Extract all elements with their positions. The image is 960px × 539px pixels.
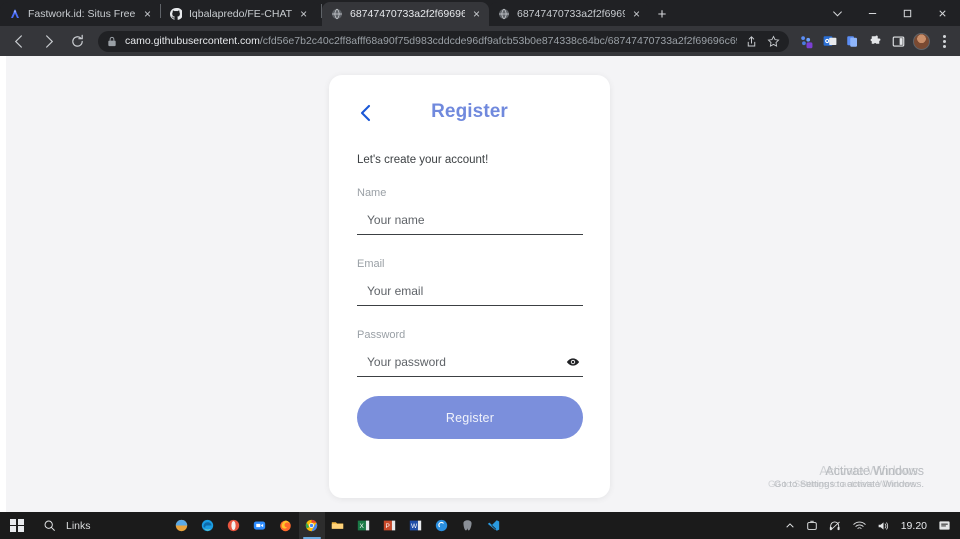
github-icon: [170, 8, 182, 20]
close-button[interactable]: [925, 0, 960, 26]
browser-tab-camo-1[interactable]: 68747470733a2f2f69696c692e696f2f ×: [322, 2, 489, 26]
name-field-label: Name: [357, 187, 387, 199]
forward-button[interactable]: [35, 28, 61, 54]
device-icon[interactable]: [801, 512, 823, 539]
tab-search-button[interactable]: [820, 0, 855, 26]
browser-tab-github[interactable]: Iqbalapredo/FE-CHAT ×: [161, 2, 321, 26]
chevron-up-icon[interactable]: [780, 512, 800, 539]
word-icon[interactable]: W: [403, 512, 429, 539]
url-domain: camo.githubusercontent.com: [125, 35, 260, 47]
lock-icon: [107, 36, 118, 47]
tab-close-button[interactable]: ×: [630, 8, 643, 21]
register-form: Name Email Password: [357, 187, 583, 377]
card-subtitle: Let's create your account!: [357, 154, 489, 166]
tab-title: 68747470733a2f2f69696c692e696f2f: [350, 8, 465, 20]
email-field-group: Email: [357, 258, 583, 306]
name-input[interactable]: [357, 210, 583, 235]
share-icon[interactable]: [743, 35, 759, 48]
register-button[interactable]: Register: [357, 396, 583, 439]
window-controls: [820, 0, 960, 26]
browser-window: Fastwork.id: Situs Freelance Onlin × Iqb…: [0, 0, 960, 539]
taskbar-clock[interactable]: 19.20: [896, 520, 932, 532]
volume-icon[interactable]: [872, 512, 895, 539]
password-field-group: Password: [357, 329, 583, 377]
browser-toolbar: camo.githubusercontent.com/cfd56e7b2c40c…: [0, 26, 960, 56]
chatgpt-icon[interactable]: [429, 512, 455, 539]
page-title: Register: [431, 101, 508, 122]
system-tray: 19.20: [780, 512, 960, 539]
url-text: camo.githubusercontent.com/cfd56e7b2c40c…: [125, 35, 737, 47]
tab-close-button[interactable]: ×: [141, 8, 154, 21]
copy-icon[interactable]: [841, 28, 864, 54]
back-button[interactable]: [6, 28, 32, 54]
profile-avatar[interactable]: [910, 28, 933, 54]
svg-text:X: X: [359, 523, 364, 530]
tab-title: Fastwork.id: Situs Freelance Onlin: [28, 8, 136, 20]
windows-taskbar: Links X P W 19.20: [0, 512, 960, 539]
url-path: /cfd56e7b2c40c2ff8afff68a90f75d983cddcde…: [259, 35, 737, 47]
zoom-icon[interactable]: [247, 512, 273, 539]
taskbar-app-list: X P W: [169, 512, 507, 539]
eye-icon[interactable]: [565, 355, 581, 369]
globe-icon: [331, 8, 343, 20]
address-bar[interactable]: camo.githubusercontent.com/cfd56e7b2c40c…: [98, 30, 789, 52]
svg-text:P: P: [385, 523, 389, 530]
star-icon[interactable]: [765, 34, 781, 48]
toolbar-icons: [795, 28, 960, 54]
email-field-label: Email: [357, 258, 385, 270]
edge-icon[interactable]: [195, 512, 221, 539]
fastwork-icon: [9, 8, 21, 20]
register-card: Register Let's create your account! Name…: [329, 75, 610, 498]
powerpoint-icon[interactable]: P: [377, 512, 403, 539]
page-viewport: Register Let's create your account! Name…: [0, 56, 960, 512]
globe-icon: [498, 8, 510, 20]
vscode-icon[interactable]: [481, 512, 507, 539]
headphones-muted-icon[interactable]: [824, 512, 847, 539]
three-dot-menu[interactable]: [933, 28, 956, 54]
page-background: Register Let's create your account! Name…: [6, 56, 960, 512]
chrome-icon[interactable]: [298, 512, 325, 539]
taskbar-search-label[interactable]: Links: [66, 520, 91, 532]
extension-cluster-icon[interactable]: [795, 28, 818, 54]
postgresql-icon[interactable]: [455, 512, 481, 539]
email-input[interactable]: [357, 281, 583, 306]
minimize-button[interactable]: [855, 0, 890, 26]
tab-close-button[interactable]: ×: [297, 8, 310, 21]
outlook-icon[interactable]: [818, 28, 841, 54]
svg-text:W: W: [411, 523, 418, 530]
search-icon[interactable]: [34, 512, 64, 539]
puzzle-icon[interactable]: [864, 28, 887, 54]
new-tab-button[interactable]: +: [649, 2, 675, 26]
notification-icon[interactable]: [933, 512, 956, 539]
password-input[interactable]: [357, 352, 583, 377]
password-field-label: Password: [357, 329, 406, 341]
tab-strip: Fastwork.id: Situs Freelance Onlin × Iqb…: [0, 0, 960, 26]
wifi-icon[interactable]: [848, 512, 871, 539]
reload-button[interactable]: [64, 28, 90, 54]
sidepanel-icon[interactable]: [887, 28, 910, 54]
tab-title: 68747470733a2f2f69696c692e696f2f: [517, 8, 625, 20]
maximize-button[interactable]: [890, 0, 925, 26]
firefox-dev-icon[interactable]: [169, 512, 195, 539]
tab-close-button[interactable]: ×: [470, 8, 483, 21]
watermark-title-ghost: Activate Windows: [819, 464, 918, 478]
browser-tab-fastwork[interactable]: Fastwork.id: Situs Freelance Onlin ×: [0, 2, 160, 26]
tab-title: Iqbalapredo/FE-CHAT: [189, 8, 293, 20]
windows-start-icon[interactable]: [0, 512, 34, 539]
name-field-group: Name: [357, 187, 583, 235]
opera-icon[interactable]: [221, 512, 247, 539]
card-header: Register: [329, 75, 610, 147]
file-explorer-icon[interactable]: [325, 512, 351, 539]
firefox-icon[interactable]: [273, 512, 299, 539]
browser-tab-camo-2[interactable]: 68747470733a2f2f69696c692e696f2f ×: [489, 2, 649, 26]
watermark-subtitle-ghost: Go to Settings to activate Windows.: [768, 479, 918, 490]
excel-icon[interactable]: X: [351, 512, 377, 539]
